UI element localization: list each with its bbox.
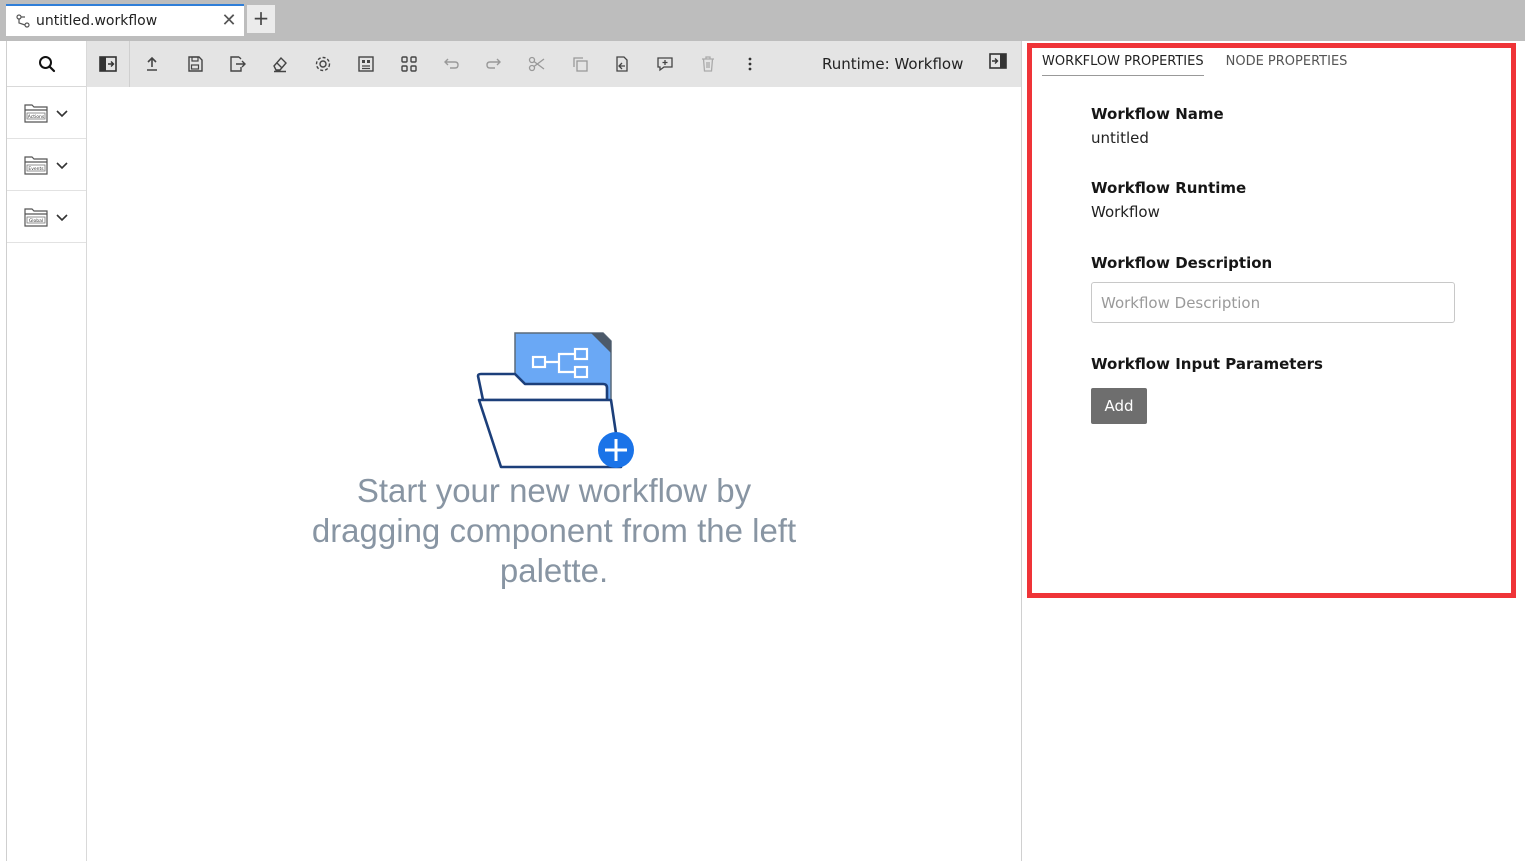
palette-category-events[interactable]: Events bbox=[7, 139, 86, 191]
workflow-description-label: Workflow Description bbox=[1091, 254, 1273, 272]
comment-button[interactable] bbox=[654, 53, 676, 75]
export-button[interactable] bbox=[226, 53, 248, 75]
upload-icon bbox=[147, 56, 157, 71]
toggle-properties-icon bbox=[989, 53, 1007, 69]
chevron-down-icon bbox=[56, 109, 68, 117]
redo-icon bbox=[486, 58, 501, 69]
clear-button[interactable] bbox=[269, 53, 291, 75]
empty-canvas-message: Start your new workflow by dragging comp… bbox=[311, 472, 797, 589]
format-button[interactable] bbox=[355, 53, 377, 75]
workflow-input-parameters-label: Workflow Input Parameters bbox=[1091, 355, 1323, 373]
workflow-name-value: untitled bbox=[1091, 129, 1149, 147]
svg-text:Events: Events bbox=[28, 166, 44, 172]
add-parameter-button[interactable]: Add bbox=[1091, 388, 1147, 424]
workflow-runtime-value: Workflow bbox=[1091, 203, 1160, 221]
canvas-toolbar: Runtime: Workflow bbox=[87, 41, 1021, 87]
workflow-runtime-label: Workflow Runtime bbox=[1091, 179, 1247, 197]
workflow-name-field: Workflow Name untitled bbox=[1091, 105, 1224, 147]
undo-icon bbox=[444, 58, 459, 69]
comment-icon bbox=[657, 57, 673, 72]
workflow-name-label: Workflow Name bbox=[1091, 105, 1224, 123]
palette-search-button[interactable] bbox=[7, 41, 86, 87]
cut-icon bbox=[528, 56, 545, 72]
tab-label: untitled.workflow bbox=[36, 13, 158, 29]
palette-category-global[interactable]: Global bbox=[7, 191, 86, 243]
cut-button[interactable] bbox=[526, 53, 548, 75]
new-tab-button[interactable]: + bbox=[247, 5, 275, 33]
save-button[interactable] bbox=[184, 53, 206, 75]
palette-category-actions[interactable]: Actions bbox=[7, 87, 86, 139]
undo-button[interactable] bbox=[440, 53, 462, 75]
workflow-runtime-field: Workflow Runtime Workflow bbox=[1091, 179, 1246, 221]
paste-button[interactable] bbox=[611, 53, 633, 75]
properties-panel bbox=[1021, 41, 1525, 861]
svg-text:Global: Global bbox=[29, 218, 43, 224]
close-tab-icon[interactable]: ✕ bbox=[214, 12, 244, 30]
workflow-file-icon bbox=[16, 14, 30, 28]
editor-tab[interactable]: untitled.workflow ✕ bbox=[6, 4, 244, 36]
empty-workflow-illustration bbox=[476, 332, 634, 469]
toggle-palette-button[interactable] bbox=[87, 41, 130, 87]
chevron-down-icon bbox=[56, 161, 68, 169]
workflow-description-input[interactable] bbox=[1091, 282, 1455, 323]
component-palette: Actions Events Global bbox=[6, 41, 87, 861]
delete-button[interactable] bbox=[697, 53, 719, 75]
arrange-button[interactable] bbox=[398, 53, 420, 75]
folder-icon: Events bbox=[24, 155, 48, 175]
delete-icon bbox=[702, 56, 714, 72]
folder-icon: Global bbox=[24, 207, 48, 227]
runtime-label: Runtime: Workflow bbox=[822, 55, 964, 73]
properties-tabs: WORKFLOW PROPERTIES NODE PROPERTIES bbox=[1042, 54, 1347, 76]
workflow-canvas[interactable]: Start your new workflow by dragging comp… bbox=[87, 87, 1021, 861]
tab-strip: untitled.workflow ✕ + bbox=[0, 0, 1525, 41]
copy-icon bbox=[573, 57, 588, 72]
export-icon bbox=[230, 56, 246, 72]
more-options-button[interactable] bbox=[739, 53, 761, 75]
more-icon bbox=[748, 57, 752, 71]
paste-icon bbox=[616, 56, 628, 72]
toggle-palette-icon bbox=[99, 56, 117, 72]
arrange-icon bbox=[401, 56, 417, 72]
upload-button[interactable] bbox=[141, 53, 163, 75]
format-icon bbox=[358, 56, 374, 72]
workflow-description-field: Workflow Description bbox=[1091, 254, 1272, 272]
settings-icon bbox=[315, 56, 331, 72]
folder-icon: Actions bbox=[24, 103, 48, 123]
svg-text:Actions: Actions bbox=[28, 114, 45, 120]
search-icon bbox=[38, 55, 55, 72]
settings-button[interactable] bbox=[312, 53, 334, 75]
copy-button[interactable] bbox=[569, 53, 591, 75]
workflow-input-parameters-field: Workflow Input Parameters bbox=[1091, 355, 1323, 373]
redo-button[interactable] bbox=[483, 53, 505, 75]
save-icon bbox=[188, 56, 203, 72]
tab-workflow-properties[interactable]: WORKFLOW PROPERTIES bbox=[1042, 54, 1204, 76]
toggle-properties-button[interactable] bbox=[989, 53, 1011, 75]
chevron-down-icon bbox=[56, 213, 68, 221]
clear-icon bbox=[273, 56, 287, 73]
tab-node-properties[interactable]: NODE PROPERTIES bbox=[1226, 54, 1348, 76]
